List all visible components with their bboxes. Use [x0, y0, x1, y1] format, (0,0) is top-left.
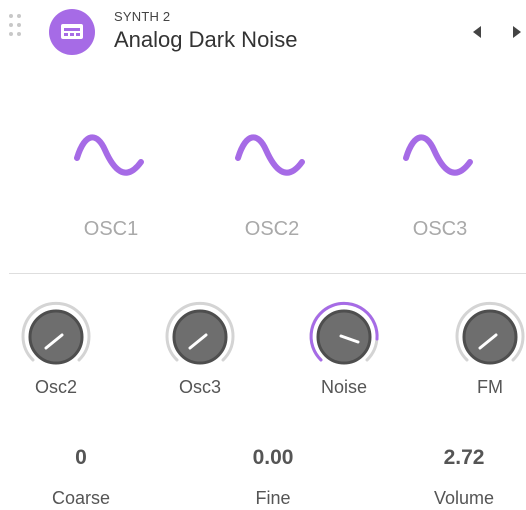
- volume-value[interactable]: 2.72: [404, 446, 524, 470]
- osc2-knob-label: Osc2: [34, 377, 77, 397]
- sine-wave-icon: [74, 134, 144, 176]
- fm-knob-label: FM: [477, 377, 503, 397]
- osc2-level-knob[interactable]: Osc2: [6, 297, 106, 407]
- drag-handle-icon[interactable]: [9, 14, 25, 40]
- osc3-knob-label: Osc3: [178, 377, 221, 397]
- fine-label: Fine: [255, 488, 291, 508]
- section-divider: [9, 273, 526, 274]
- next-preset-arrow-icon[interactable]: [506, 22, 526, 42]
- volume-param[interactable]: 2.72 Volume: [404, 446, 524, 510]
- sine-wave-icon: [235, 134, 305, 176]
- fine-value[interactable]: 0.00: [213, 446, 333, 470]
- osc3-label: OSC3: [412, 218, 468, 240]
- coarse-label: Coarse: [51, 488, 111, 508]
- osc1-selector[interactable]: OSC1: [56, 128, 166, 248]
- coarse-value[interactable]: 0: [21, 446, 141, 470]
- device-header: SYNTH 2 Analog Dark Noise: [0, 0, 526, 60]
- fm-level-knob[interactable]: FM: [440, 297, 526, 407]
- sine-wave-icon: [403, 134, 473, 176]
- volume-label: Volume: [433, 488, 495, 508]
- device-kicker: SYNTH 2: [114, 9, 171, 24]
- osc2-label: OSC2: [244, 218, 300, 240]
- osc1-label: OSC1: [83, 218, 139, 240]
- osc2-selector[interactable]: OSC2: [217, 128, 327, 248]
- osc3-level-knob[interactable]: Osc3: [150, 297, 250, 407]
- fine-param[interactable]: 0.00 Fine: [213, 446, 333, 510]
- noise-knob-label: Noise: [320, 377, 368, 397]
- noise-level-knob[interactable]: Noise: [294, 297, 394, 407]
- coarse-param[interactable]: 0 Coarse: [21, 446, 141, 510]
- osc3-selector[interactable]: OSC3: [385, 128, 495, 248]
- previous-preset-arrow-icon[interactable]: [468, 22, 488, 42]
- synth-device-icon[interactable]: [49, 9, 95, 55]
- preset-title: Analog Dark Noise: [114, 27, 298, 52]
